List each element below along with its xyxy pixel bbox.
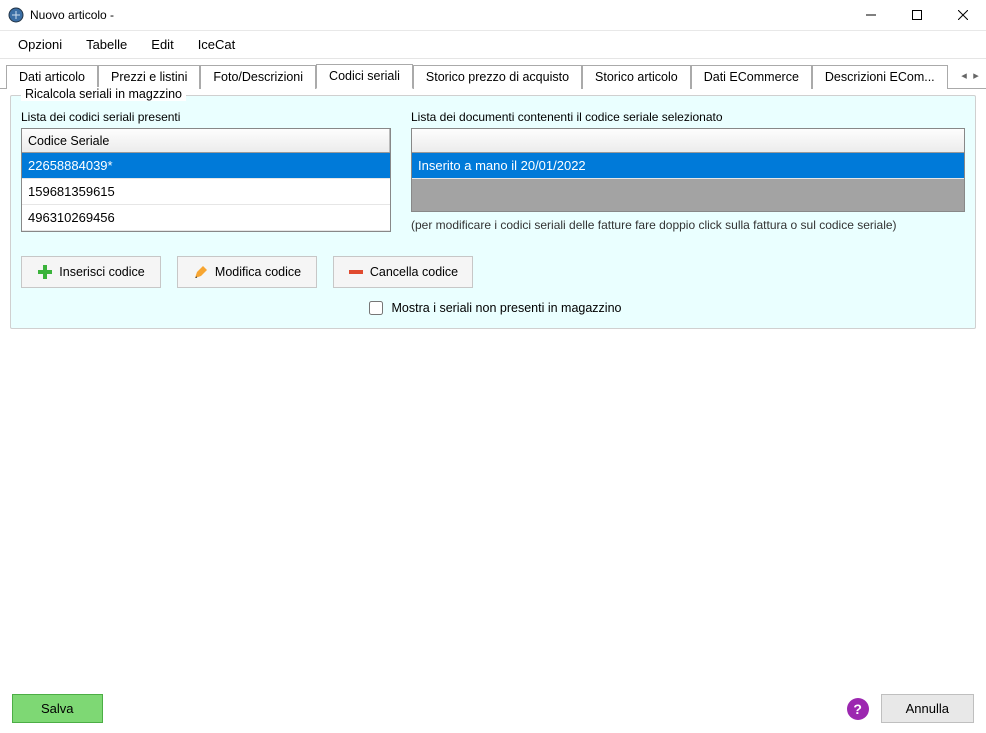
documenti-column: Lista dei documenti contenenti il codice… xyxy=(411,110,965,232)
tab-storico-prezzo[interactable]: Storico prezzo di acquisto xyxy=(413,65,582,89)
menu-opzioni[interactable]: Opzioni xyxy=(6,33,74,56)
minimize-button[interactable] xyxy=(848,0,894,30)
tab-strip: Dati articolo Prezzi e listini Foto/Desc… xyxy=(0,63,986,89)
inserisci-codice-button[interactable]: Inserisci codice xyxy=(21,256,161,288)
groupbox-title: Ricalcola seriali in magzzino xyxy=(21,87,186,101)
menu-icecat[interactable]: IceCat xyxy=(186,33,248,56)
cancella-codice-button[interactable]: Cancella codice xyxy=(333,256,473,288)
seriali-row[interactable]: 496310269456 xyxy=(22,205,390,231)
menu-bar: Opzioni Tabelle Edit IceCat xyxy=(0,30,986,58)
window-title: Nuovo articolo - xyxy=(30,8,848,22)
mostra-seriali-label: Mostra i seriali non presenti in magazzi… xyxy=(392,301,622,315)
tab-scroll-right-icon[interactable]: ▸ xyxy=(970,69,982,82)
menu-tabelle[interactable]: Tabelle xyxy=(74,33,139,56)
pencil-icon xyxy=(193,264,209,280)
content-area: Dati articolo Prezzi e listini Foto/Desc… xyxy=(0,58,986,339)
menu-edit[interactable]: Edit xyxy=(139,33,185,56)
salva-button[interactable]: Salva xyxy=(12,694,103,723)
documenti-grid[interactable]: Inserito a mano il 20/01/2022 xyxy=(411,128,965,212)
seriali-col-header[interactable]: Codice Seriale xyxy=(22,129,390,152)
documenti-grid-header xyxy=(412,129,964,153)
seriali-grid-header: Codice Seriale xyxy=(22,129,390,153)
tab-panel: Ricalcola seriali in magzzino Lista dei … xyxy=(0,89,986,339)
documenti-col-header xyxy=(412,129,964,152)
tab-foto-descrizioni[interactable]: Foto/Descrizioni xyxy=(200,65,316,89)
documenti-list-label: Lista dei documenti contenenti il codice… xyxy=(411,110,965,124)
annulla-button[interactable]: Annulla xyxy=(881,694,974,723)
tab-storico-articolo[interactable]: Storico articolo xyxy=(582,65,691,89)
tab-nav: ◂ ▸ xyxy=(958,63,986,88)
action-row: Inserisci codice Modifica codice Cancell… xyxy=(21,256,965,288)
footer: Salva ? Annulla xyxy=(0,684,986,733)
app-icon xyxy=(8,7,24,23)
tab-prezzi-listini[interactable]: Prezzi e listini xyxy=(98,65,200,89)
title-bar: Nuovo articolo - xyxy=(0,0,986,30)
inserisci-codice-label: Inserisci codice xyxy=(59,265,144,279)
modifica-codice-button[interactable]: Modifica codice xyxy=(177,256,317,288)
tab-descrizioni-ecom[interactable]: Descrizioni ECom... xyxy=(812,65,948,89)
seriali-grid[interactable]: Codice Seriale 22658884039* 159681359615… xyxy=(21,128,391,232)
modifica-codice-label: Modifica codice xyxy=(215,265,301,279)
close-button[interactable] xyxy=(940,0,986,30)
seriali-row[interactable]: 159681359615 xyxy=(22,179,390,205)
seriali-list-label: Lista dei codici seriali presenti xyxy=(21,110,391,124)
documenti-row[interactable]: Inserito a mano il 20/01/2022 xyxy=(412,153,964,179)
tab-codici-seriali[interactable]: Codici seriali xyxy=(316,64,413,89)
minus-icon xyxy=(348,264,364,280)
seriali-column: Lista dei codici seriali presenti Codice… xyxy=(21,110,391,232)
maximize-button[interactable] xyxy=(894,0,940,30)
checkbox-row: Mostra i seriali non presenti in magazzi… xyxy=(21,298,965,318)
tab-dati-ecommerce[interactable]: Dati ECommerce xyxy=(691,65,812,89)
help-icon[interactable]: ? xyxy=(847,698,869,720)
window-buttons xyxy=(848,0,986,30)
ricalcola-groupbox: Ricalcola seriali in magzzino Lista dei … xyxy=(10,95,976,329)
mostra-seriali-checkbox[interactable] xyxy=(369,301,383,315)
tab-scroll-left-icon[interactable]: ◂ xyxy=(958,69,970,82)
seriali-row[interactable]: 22658884039* xyxy=(22,153,390,179)
tab-dati-articolo[interactable]: Dati articolo xyxy=(6,65,98,89)
documenti-hint: (per modificare i codici seriali delle f… xyxy=(411,218,965,232)
plus-icon xyxy=(37,264,53,280)
cancella-codice-label: Cancella codice xyxy=(370,265,458,279)
